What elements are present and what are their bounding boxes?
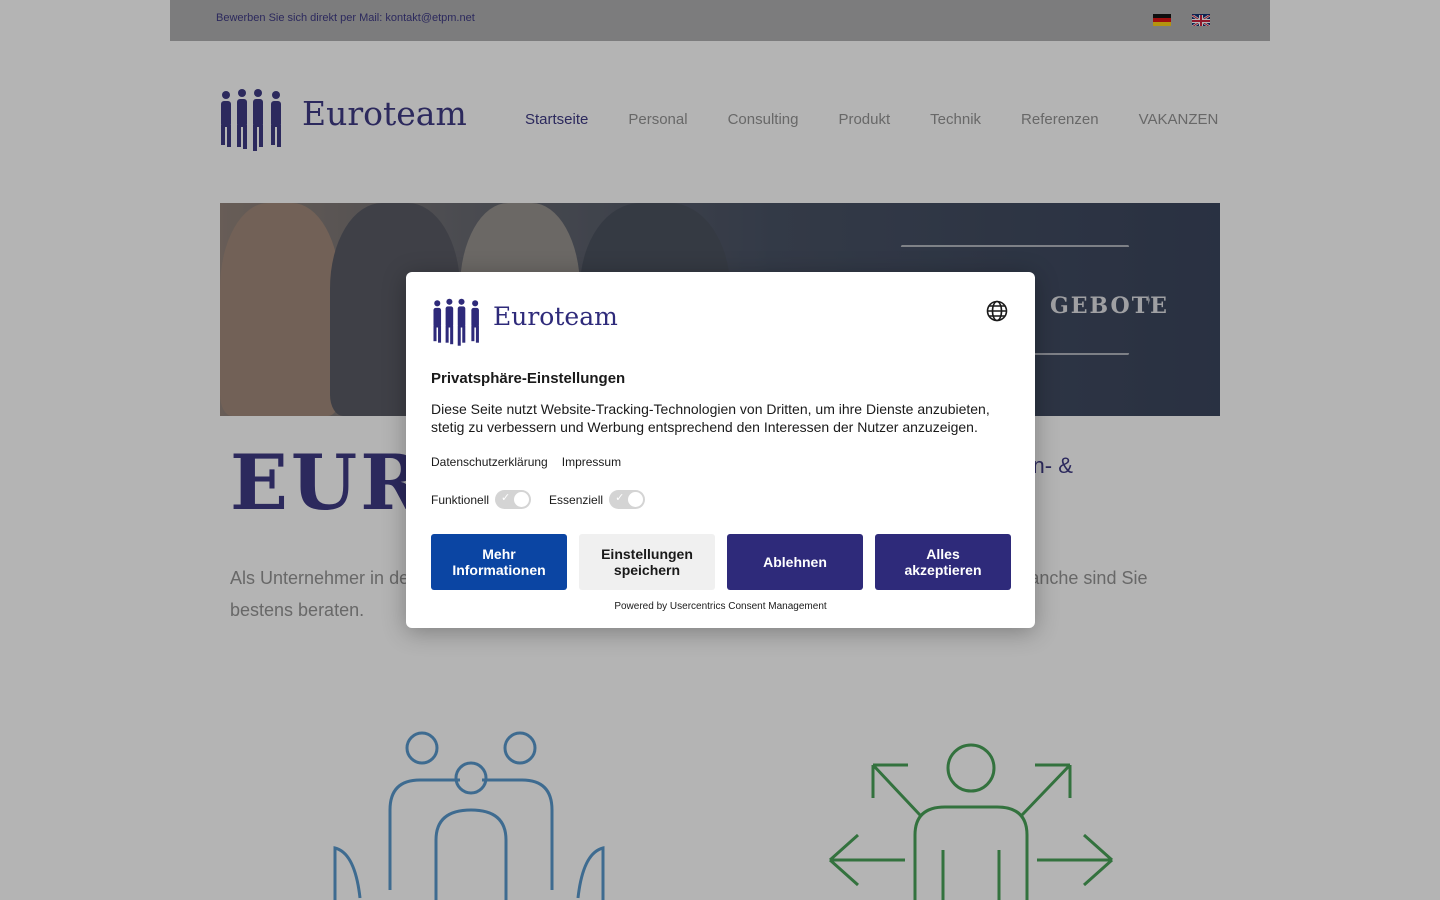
toggle-funktionell[interactable]: ✓ [495, 490, 532, 509]
privacy-policy-link[interactable]: Datenschutzerklärung [431, 455, 548, 469]
consent-dialog: Euroteam Privatsphäre-Einstellungen Dies… [406, 272, 1035, 628]
deny-button[interactable]: Ablehnen [727, 534, 863, 590]
toggle-knob [514, 492, 530, 507]
toggle-label-essenziell: Essenziell [549, 492, 604, 507]
powered-by-text[interactable]: Powered by Usercentrics Consent Manageme… [406, 601, 1035, 612]
toggle-label-funktionell: Funktionell [431, 492, 490, 507]
check-icon: ✓ [501, 491, 511, 504]
consent-logo-text: Euroteam [493, 302, 618, 331]
consent-toggles: Funktionell ✓ Essenziell ✓ [431, 490, 663, 509]
toggle-knob [628, 492, 644, 507]
consent-description: Diese Seite nutzt Website-Tracking-Techn… [431, 401, 990, 435]
more-info-button[interactable]: Mehr Informationen [431, 534, 567, 590]
accept-all-button[interactable]: Alles akzeptieren [875, 534, 1011, 590]
save-settings-button[interactable]: Einstellungen speichern [579, 534, 715, 590]
consent-logo: Euroteam [431, 298, 618, 353]
toggle-essenziell[interactable]: ✓ [609, 490, 646, 509]
consent-links: Datenschutzerklärung Impressum [431, 455, 621, 469]
imprint-link[interactable]: Impressum [562, 455, 621, 469]
consent-buttons: Mehr Informationen Einstellungen speiche… [431, 534, 1011, 590]
logo-people-icon [433, 298, 479, 346]
check-icon: ✓ [615, 491, 625, 504]
language-globe-icon[interactable] [986, 300, 1008, 322]
consent-title: Privatsphäre-Einstellungen [431, 370, 626, 387]
